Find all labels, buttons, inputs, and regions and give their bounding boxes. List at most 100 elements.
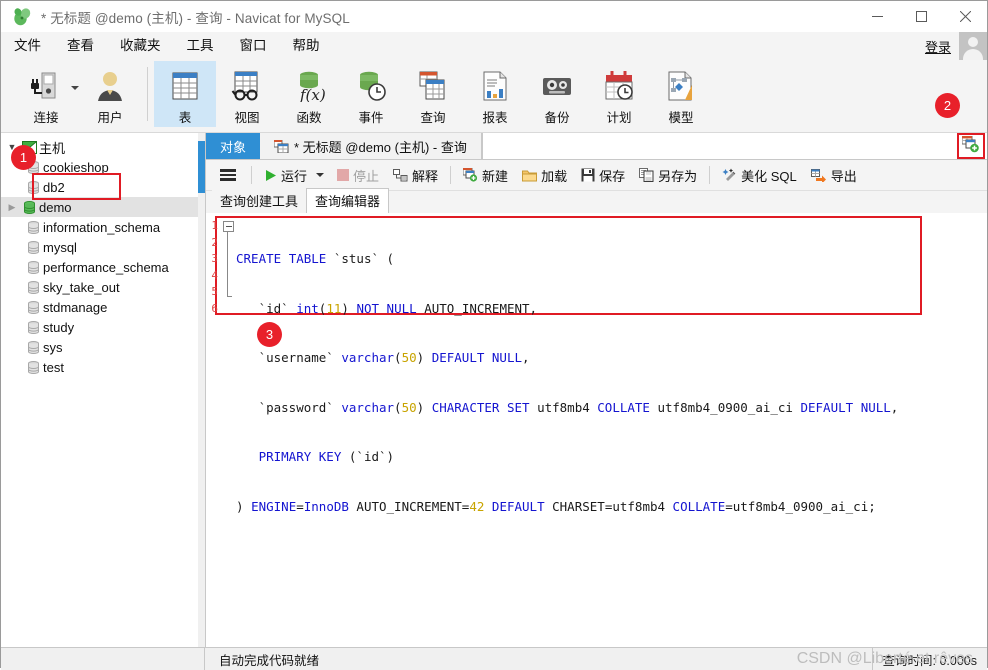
sql-editor[interactable]: 1 2 3 4 5 6 CREATE TABLE `stus` (`id` i… [206,213,987,647]
sidebar-scrollbar[interactable] [198,133,205,647]
menu-favorites[interactable]: 收藏夹 [107,32,174,60]
menu-help[interactable]: 帮助 [280,32,333,60]
sql-code-text[interactable]: CREATE TABLE `stus` ( `id` int(11) NOT N… [236,213,987,548]
sidebar-item-label: information_schema [43,219,161,235]
close-button[interactable] [943,1,987,32]
connection-dropdown-caret[interactable] [71,85,79,90]
beautify-sql-button-label: 美化 SQL [741,168,797,184]
save-as-button[interactable]: 另存为 [632,160,704,190]
run-button[interactable]: 运行 [257,160,314,190]
code-area[interactable]: 1 2 3 4 5 6 CREATE TABLE `stus` (`id` i… [206,213,987,548]
explain-button-label: 解释 [412,168,439,184]
sidebar-item-label: sys [43,339,63,355]
sidebar-item-test[interactable]: test [1,357,205,377]
new-button[interactable]: 新建 [456,160,515,190]
code-line: `password` varchar(50) CHARACTER SET utf… [236,399,899,415]
code-line: `username` varchar(50) DEFAULT NULL, [236,350,530,365]
status-bar: 自动完成代码就绪 查询时间: 0.000s CSDN @Liberté et r… [1,647,987,670]
sidebar-item-sys[interactable]: sys [1,337,205,357]
tab-objects[interactable]: 对象 [206,133,261,159]
window-controls [855,1,987,32]
toolbar-connection-label: 连接 [33,111,59,125]
stop-button-label: 停止 [353,168,380,184]
export-icon [810,168,827,182]
status-message: 自动完成代码就绪 [219,653,320,668]
run-dropdown-caret[interactable] [316,173,325,177]
new-button-label: 新建 [482,168,509,184]
stop-icon [337,169,350,181]
toolbar-schedule[interactable]: 计划 [588,61,650,127]
toolbar-model-label: 模型 [668,111,694,125]
maximize-button[interactable] [899,1,943,32]
toolbar-function-label: 函数 [296,111,322,125]
sidebar-item-information-schema[interactable]: information_schema [1,217,205,237]
table-icon [170,66,200,106]
menu-window[interactable]: 窗口 [227,32,280,60]
login-link[interactable]: 登录 [925,37,951,56]
toolbar-view[interactable]: 视图 [216,61,278,127]
tab-query-label: * 无标题 @demo (主机) - 查询 [294,139,467,155]
sidebar-item-demo[interactable]: ▶ demo [1,197,205,217]
toolbar-backup[interactable]: 备份 [526,61,588,127]
avatar[interactable] [959,32,987,60]
new-query-button[interactable] [957,133,985,159]
fold-toggle-icon[interactable] [223,221,234,232]
line-number: 5 [211,285,218,298]
toolbar-event[interactable]: 事件 [340,61,402,127]
editor-subtabs: 查询创建工具 查询编辑器 [206,188,987,214]
sidebar-item-sky-take-out[interactable]: sky_take_out [1,277,205,297]
toolbar-table[interactable]: 表 [154,61,216,127]
tab-strip: 对象 * 无标题 @demo (主机) - 查询 [206,133,987,160]
sidebar-item-label: study [43,319,75,335]
subtab-query-builder[interactable]: 查询创建工具 [212,189,307,213]
toolbar-table-label: 表 [178,111,192,125]
model-icon [665,66,697,106]
hamburger-menu-icon[interactable] [206,169,246,181]
menu-tools[interactable]: 工具 [174,32,227,60]
database-icon [23,340,43,354]
export-button[interactable]: 导出 [804,160,864,190]
beautify-sql-button[interactable]: 美化 SQL [715,160,804,190]
explain-button[interactable]: 解释 [386,160,445,190]
sidebar-item-mysql[interactable]: mysql [1,237,205,257]
save-as-icon [639,168,654,182]
toolbar-connection[interactable]: 连接 [15,61,77,127]
sidebar-item-stdmanage[interactable]: stdmanage [1,297,205,317]
sidebar-item-performance-schema[interactable]: performance_schema [1,257,205,277]
menu-view[interactable]: 查看 [54,32,107,60]
code-line: CREATE TABLE `stus` ( [236,251,395,266]
sidebar-item-label: stdmanage [43,299,108,315]
query-icon [416,66,450,106]
tab-query[interactable]: * 无标题 @demo (主机) - 查询 [260,133,482,159]
subtab-query-editor[interactable]: 查询编辑器 [306,188,390,214]
sidebar-item-label: demo [39,199,72,215]
toolbar-function[interactable]: f(x) 函数 [278,61,340,127]
toolbar-schedule-label: 计划 [606,111,632,125]
code-fold-gutter[interactable] [220,213,236,548]
minimize-button[interactable] [855,1,899,32]
save-button[interactable]: 保存 [574,160,632,190]
toolbar-model[interactable]: 模型 [650,61,712,127]
main-body: ▼ 主机 cookieshop db2 ▶ demo information_s… [1,133,987,647]
sidebar-scrollbar-thumb[interactable] [198,141,205,193]
fold-line [227,231,228,297]
toolbar-report[interactable]: 报表 [464,61,526,127]
sidebar-item-db2[interactable]: db2 [1,177,205,197]
menu-file[interactable]: 文件 [1,32,54,60]
toolbar-divider [450,166,452,184]
toolbar-user[interactable]: 用户 [79,61,141,127]
chevron-right-icon[interactable]: ▶ [5,202,19,213]
code-line: `id` int(11) NOT NULL AUTO_INCREMENT, [236,300,538,316]
navicat-window: * 无标题 @demo (主机) - 查询 - Navicat for MySQ… [0,0,988,670]
code-line: ) ENGINE=InnoDB AUTO_INCREMENT=42 DEFAUL… [236,498,876,514]
query-tab-icon [274,139,289,153]
window-title: * 无标题 @demo (主机) - 查询 - Navicat for MySQ… [41,10,350,26]
code-line: PRIMARY KEY (`id`) [258,449,395,464]
menu-bar: 文件 查看 收藏夹 工具 窗口 帮助 登录 [1,32,987,61]
stop-button[interactable]: 停止 [330,160,386,190]
load-button[interactable]: 加载 [515,160,574,190]
beautify-icon [722,168,737,182]
main-toolbar: 连接 用户 表 视图 f(x) 函数 事件 查询 报表 备份 计划 模型 [1,61,987,133]
sidebar-item-study[interactable]: study [1,317,205,337]
toolbar-query[interactable]: 查询 [402,61,464,127]
